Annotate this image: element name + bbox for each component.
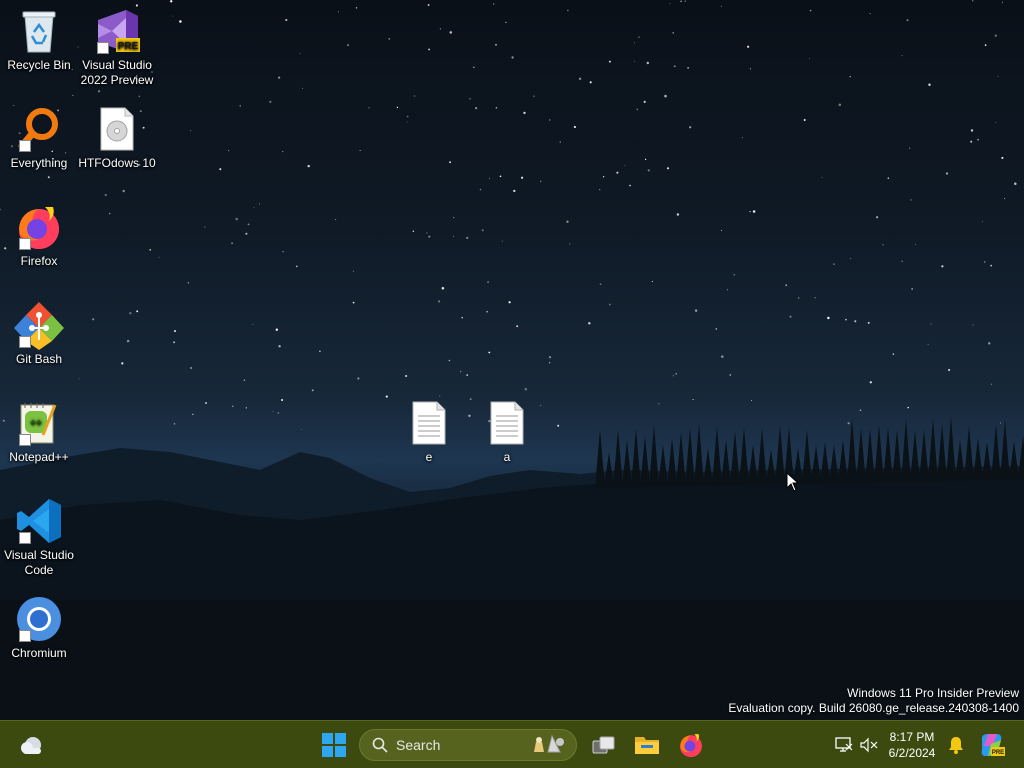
shortcut-arrow-icon — [19, 630, 31, 642]
desktop-icon-label: HTFOdows 10 — [78, 156, 156, 170]
volume-muted-icon — [860, 737, 878, 753]
shortcut-arrow-icon — [19, 336, 31, 348]
bell-icon — [949, 737, 963, 754]
search-highlight-icon — [534, 734, 564, 753]
desktop-icon-git-bash[interactable]: Git Bash — [0, 300, 78, 367]
desktop-icon-visual-studio-preview[interactable]: PRE Visual Studio 2022 Preview — [78, 6, 156, 88]
shortcut-arrow-icon — [19, 434, 31, 446]
desktop-icon-chromium[interactable]: Chromium — [0, 594, 78, 661]
text-file-icon — [403, 398, 455, 448]
desktop-icon-label: Git Bash — [15, 352, 63, 366]
everything-search-icon — [13, 104, 65, 154]
desktop-icon-label: Notepad++ — [9, 450, 69, 464]
notifications-button[interactable] — [940, 729, 972, 761]
desktop-icon-everything[interactable]: Everything — [0, 104, 78, 171]
watermark-edition: Windows 11 Pro Insider Preview — [847, 686, 1019, 700]
preview-badge: PRE — [118, 41, 139, 52]
firefox-icon — [13, 202, 65, 252]
watermark-build: Evaluation copy. Build 26080.ge_release.… — [728, 701, 1019, 715]
evaluation-watermark: Windows 11 Pro Insider Preview Evaluatio… — [728, 686, 1019, 716]
search-icon — [372, 737, 388, 753]
desktop-icon-htfodows-10[interactable]: HTFOdows 10 — [78, 104, 156, 171]
shortcut-arrow-icon — [19, 238, 31, 250]
desktop-icon-label: Visual Studio 2022 Preview — [80, 58, 154, 87]
shortcut-arrow-icon — [19, 532, 31, 544]
taskbar: Search 8:17 PM 6/2/2024 PRE — [0, 720, 1024, 768]
desktop-icon-label: Recycle Bin — [7, 58, 71, 72]
vscode-icon — [13, 496, 65, 546]
shortcut-arrow-icon — [19, 140, 31, 152]
shortcut-arrow-icon — [97, 42, 109, 54]
text-file-icon — [481, 398, 533, 448]
firefox-icon — [680, 734, 702, 757]
desktop-icon-label: Firefox — [20, 254, 58, 268]
clock[interactable]: 8:17 PM 6/2/2024 — [880, 729, 944, 761]
visual-studio-preview-icon: PRE — [91, 6, 143, 56]
desktop-icon-label: Chromium — [11, 646, 67, 660]
desktop-icon-notepad-plus-plus[interactable]: ++ Notepad++ — [0, 398, 78, 465]
svg-text:++: ++ — [30, 418, 42, 429]
widgets-button[interactable] — [16, 729, 48, 761]
copilot-icon: PRE — [981, 734, 1005, 756]
desktop-icon-recycle-bin[interactable]: Recycle Bin — [0, 6, 78, 73]
folder-icon — [635, 737, 659, 754]
windows-logo-icon — [322, 733, 346, 757]
firefox-taskbar-button[interactable] — [675, 729, 707, 761]
desktop-icon-vscode[interactable]: Visual Studio Code — [0, 496, 78, 578]
chromium-icon — [13, 594, 65, 644]
notepad-plus-plus-icon: ++ — [13, 398, 65, 448]
mouse-cursor-icon — [786, 472, 800, 492]
desktop-icon-file-a[interactable]: a — [468, 398, 546, 465]
desktop-icon-firefox[interactable]: Firefox — [0, 202, 78, 269]
search-box[interactable]: Search — [359, 729, 577, 761]
desktop-icon-file-e[interactable]: e — [390, 398, 468, 465]
weather-icon — [21, 737, 41, 754]
copilot-button[interactable]: PRE — [976, 729, 1008, 761]
clock-time: 8:17 PM — [889, 730, 935, 744]
clock-date: 6/2/2024 — [888, 746, 936, 760]
task-view-button[interactable] — [588, 729, 620, 761]
recycle-bin-icon — [13, 6, 65, 56]
desktop-icon-label: Everything — [10, 156, 68, 170]
desktop-icon-label: Visual Studio Code — [4, 548, 74, 577]
search-placeholder: Search — [396, 737, 441, 753]
copilot-preview-badge: PRE — [992, 750, 1004, 756]
disc-image-file-icon — [91, 104, 143, 154]
desktop-icon-label: e — [425, 450, 433, 464]
desktop-icon-label: a — [503, 450, 511, 464]
task-view-icon — [592, 736, 615, 754]
file-explorer-button[interactable] — [631, 729, 663, 761]
desktop[interactable]: Recycle Bin PRE Visual Studio 2022 Previ… — [0, 0, 1024, 768]
start-button[interactable] — [318, 729, 350, 761]
network-icon — [835, 737, 853, 752]
git-bash-icon — [13, 300, 65, 350]
